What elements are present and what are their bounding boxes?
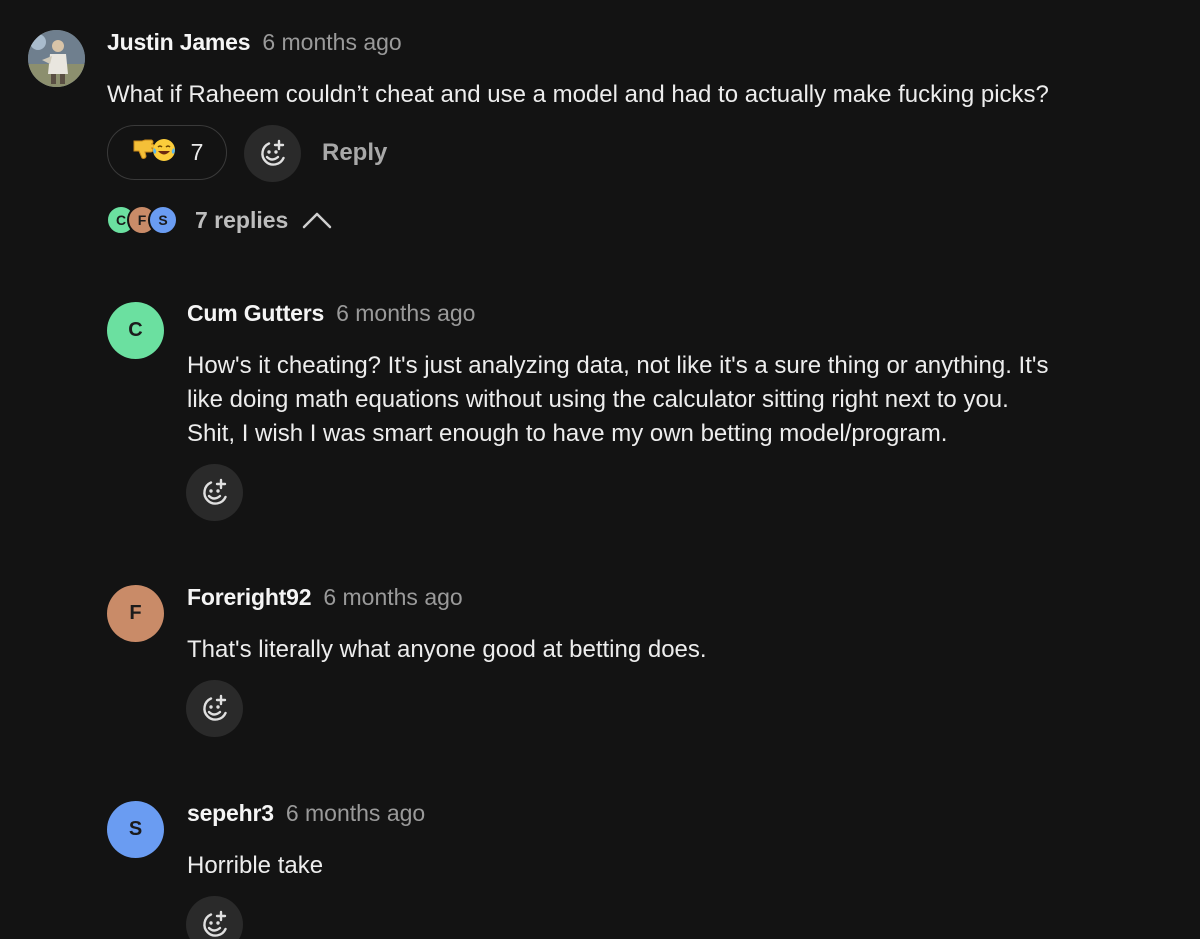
reply-button[interactable]: Reply bbox=[322, 139, 387, 167]
reaction-count: 7 bbox=[190, 139, 204, 165]
add-emoji-icon bbox=[257, 138, 289, 170]
timestamp[interactable]: 6 months ago bbox=[336, 300, 475, 327]
comment-text: What if Raheem couldn’t cheat and use a … bbox=[107, 81, 1049, 108]
comment-header: Justin James 6 months ago bbox=[107, 29, 402, 56]
reply-text: How's it cheating? It's just analyzing d… bbox=[187, 349, 1048, 451]
timestamp[interactable]: 6 months ago bbox=[262, 29, 401, 56]
add-reaction-button[interactable] bbox=[244, 125, 301, 182]
text-line: Shit, I wish I was smart enough to have … bbox=[187, 420, 948, 447]
reply-header: Cum Gutters 6 months ago bbox=[187, 300, 475, 327]
text-line: That's literally what anyone good at bet… bbox=[187, 636, 707, 663]
user-avatar[interactable] bbox=[28, 30, 85, 87]
add-emoji-icon bbox=[199, 477, 231, 509]
comments-thread: Justin James 6 months ago What if Raheem… bbox=[0, 0, 1200, 939]
reply-header: Foreright92 6 months ago bbox=[187, 584, 463, 611]
replies-toggle[interactable]: C F S 7 replies bbox=[106, 205, 332, 235]
text-line: How's it cheating? It's just analyzing d… bbox=[187, 352, 1049, 379]
text-line: like doing math equations without using … bbox=[187, 386, 1009, 413]
timestamp[interactable]: 6 months ago bbox=[286, 800, 425, 827]
reply-text: Horrible take bbox=[187, 849, 323, 883]
author-name[interactable]: Justin James bbox=[107, 29, 251, 56]
text-line: Horrible take bbox=[187, 852, 324, 879]
reply-header: sepehr3 6 months ago bbox=[187, 800, 425, 827]
mini-avatar: S bbox=[148, 205, 178, 235]
reaction-button[interactable]: 7 bbox=[107, 125, 227, 180]
add-emoji-icon bbox=[199, 909, 231, 939]
replies-count: 7 replies bbox=[195, 206, 289, 233]
chevron-up-icon bbox=[302, 211, 332, 229]
reaction-emojis bbox=[131, 137, 177, 168]
add-reaction-button[interactable] bbox=[186, 680, 243, 737]
add-reaction-button[interactable] bbox=[186, 464, 243, 521]
laughing-tears-icon bbox=[151, 137, 177, 168]
reply-avatar[interactable]: C bbox=[107, 302, 164, 359]
reply-text: That's literally what anyone good at bet… bbox=[187, 633, 707, 667]
reply-avatars: C F S bbox=[106, 205, 178, 235]
add-emoji-icon bbox=[199, 693, 231, 725]
reply-avatar[interactable]: F bbox=[107, 585, 164, 642]
add-reaction-button[interactable] bbox=[186, 896, 243, 939]
author-name[interactable]: Cum Gutters bbox=[187, 300, 324, 327]
author-name[interactable]: Foreright92 bbox=[187, 584, 312, 611]
reply-avatar[interactable]: S bbox=[107, 801, 164, 858]
author-name[interactable]: sepehr3 bbox=[187, 800, 274, 827]
timestamp[interactable]: 6 months ago bbox=[323, 584, 462, 611]
